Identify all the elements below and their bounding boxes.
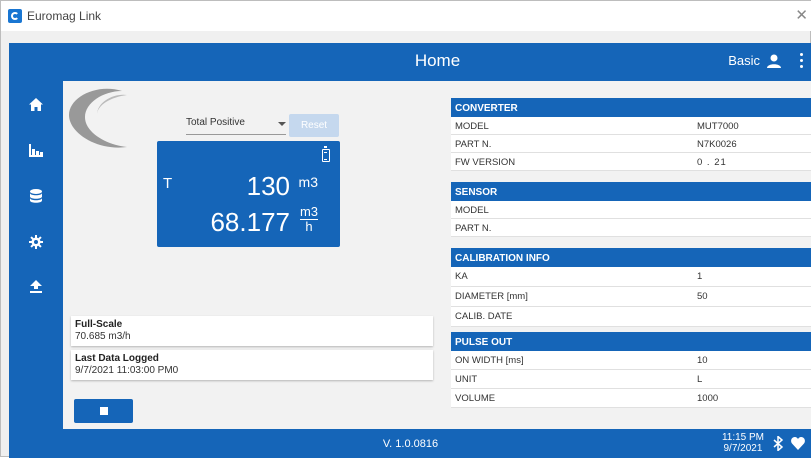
converter-panel: CONVERTER MODEL MUT7000 PART N. N7K0026 FW… (451, 98, 811, 171)
totalizer-select-value: Total Positive (186, 117, 245, 128)
version-label: V. 1.0.0816 (382, 438, 439, 450)
user-level-label: Basic (728, 53, 760, 68)
table-row: VOLUME 1000 (451, 389, 811, 408)
database-icon (30, 189, 42, 203)
window-titlebar: Euromag Link ✕ (1, 1, 811, 31)
clock-time: 11:15 PM (721, 432, 764, 443)
full-scale-label: Full-Scale (75, 319, 123, 330)
status-bar: V. 1.0.0816 11:15 PM 9/7/2021 (9, 429, 811, 458)
total-value: 130 (246, 171, 290, 201)
sidebar-item-chart[interactable] (9, 133, 63, 167)
last-logged-value: 9/7/2021 11:03:00 PM0 (75, 365, 179, 376)
table-row: ON WIDTH [ms] 10 (451, 351, 811, 370)
flow-rate-value: 68.177 (210, 207, 290, 237)
table-row: PART N. N7K0026 (451, 135, 811, 153)
sidebar-item-home[interactable] (9, 87, 63, 121)
page-title: Home (414, 51, 461, 70)
last-logged-label: Last Data Logged (75, 353, 159, 364)
total-unit: m3 (298, 174, 318, 190)
totalizer-type-label: T (163, 175, 173, 192)
euromag-logo (69, 88, 127, 148)
totalizer-select[interactable]: Total Positive (186, 117, 286, 135)
user-level-button[interactable]: Basic (728, 53, 782, 68)
sidebar-item-upload[interactable] (9, 269, 63, 303)
last-logged-card: Last Data Logged 9/7/2021 11:03:00 PM0 (71, 350, 433, 380)
table-row: DIAMETER [mm] 50 (451, 287, 811, 307)
stop-button[interactable] (74, 399, 133, 423)
bluetooth-icon (773, 436, 784, 451)
sensor-panel: SENSOR MODEL PART N. (451, 182, 811, 237)
converter-title: CONVERTER (451, 98, 811, 117)
sidebar-item-settings[interactable] (9, 225, 63, 259)
stop-icon (99, 407, 108, 415)
flow-unit-denominator: h (305, 219, 313, 234)
table-row: MODEL MUT7000 (451, 117, 811, 135)
totalizer-display: T 130 m3 68.177 m3 h (157, 141, 340, 247)
clock: 11:15 PM 9/7/2021 (722, 432, 764, 454)
flow-rate-unit: m3 h (299, 204, 318, 234)
heart-icon (791, 437, 805, 450)
full-scale-value: 70.685 m3/h (75, 331, 131, 342)
dropdown-arrow-icon (278, 122, 286, 126)
more-options-icon[interactable] (798, 53, 804, 71)
upload-icon (30, 279, 42, 293)
sensor-title: SENSOR (451, 182, 811, 201)
pulse-out-panel: PULSE OUT ON WIDTH [ms] 10 UNIT L VOLUME 10… (451, 332, 811, 408)
table-row: FW VERSION 0 . 21 (451, 153, 811, 171)
sidebar (9, 43, 63, 458)
sidebar-item-database[interactable] (9, 179, 63, 213)
calibration-panel: CALIBRATION INFO KA 1 DIAMETER [mm] 50 CAL… (451, 248, 811, 327)
pulse-out-title: PULSE OUT (451, 332, 811, 351)
window-title: Euromag Link (27, 9, 102, 23)
table-row: CALIB. DATE (451, 307, 811, 327)
table-row: KA 1 (451, 267, 811, 287)
clock-date: 9/7/2021 (723, 443, 763, 454)
home-icon (29, 97, 43, 111)
reset-button[interactable]: Reset (289, 114, 339, 137)
close-icon[interactable]: ✕ (795, 6, 808, 24)
full-scale-card: Full-Scale 70.685 m3/h (71, 316, 433, 346)
user-icon (767, 54, 781, 68)
chart-icon (29, 143, 43, 157)
app-logo-icon (8, 9, 22, 23)
battery-icon (322, 146, 330, 162)
gear-icon (29, 235, 43, 249)
app-window: Euromag Link ✕ Home Basic Total Positive… (0, 0, 811, 458)
table-row: PART N. (451, 219, 811, 237)
app-bar: Home Basic (63, 43, 811, 81)
calibration-title: CALIBRATION INFO (451, 248, 811, 267)
table-row: UNIT L (451, 370, 811, 389)
table-row: MODEL (451, 201, 811, 219)
flow-unit-numerator: m3 (299, 204, 318, 220)
